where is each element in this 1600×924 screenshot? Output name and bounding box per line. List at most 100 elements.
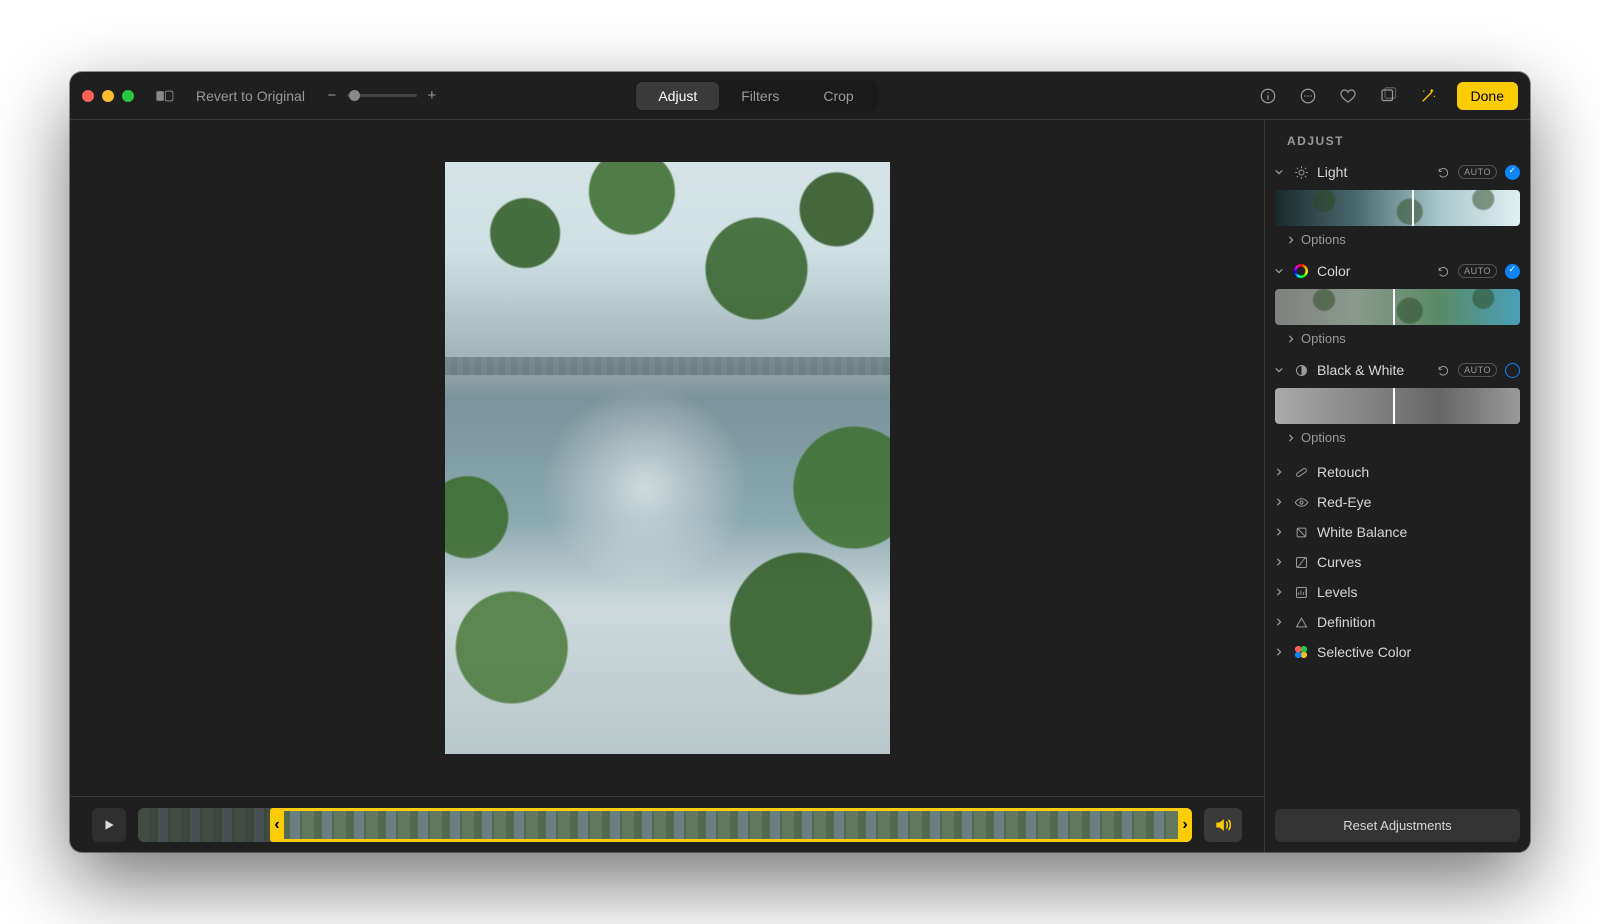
favorite-button[interactable] — [1337, 85, 1359, 107]
section-levels-title: Levels — [1317, 584, 1520, 600]
eyedropper-icon — [1293, 524, 1309, 540]
light-icon — [1293, 164, 1309, 180]
video-timeline-bar: ‹ › — [70, 796, 1264, 852]
media-preview — [445, 162, 890, 754]
color-slider[interactable] — [1275, 289, 1520, 325]
bw-options-toggle[interactable]: Options — [1275, 428, 1520, 449]
revert-button[interactable]: Revert to Original — [188, 84, 313, 108]
section-curves[interactable]: Curves — [1275, 547, 1520, 577]
section-light-header[interactable]: Light AUTO — [1275, 160, 1520, 184]
compare-toggle[interactable] — [154, 85, 176, 107]
adjust-sidebar: ADJUST Light AUTO Options — [1264, 120, 1530, 852]
zoom-control: − + — [325, 87, 439, 104]
done-button[interactable]: Done — [1457, 82, 1518, 110]
section-color-header[interactable]: Color AUTO — [1275, 259, 1520, 283]
live-photo-button[interactable] — [1377, 85, 1399, 107]
light-options-label: Options — [1301, 232, 1346, 247]
tab-crop[interactable]: Crop — [801, 82, 875, 110]
section-wb[interactable]: White Balance — [1275, 517, 1520, 547]
auto-light-button[interactable]: AUTO — [1458, 165, 1497, 179]
auto-color-button[interactable]: AUTO — [1458, 264, 1497, 278]
auto-bw-button[interactable]: AUTO — [1458, 363, 1497, 377]
section-bw-header[interactable]: Black & White AUTO — [1275, 358, 1520, 382]
ellipsis-circle-icon — [1299, 87, 1317, 105]
section-redeye[interactable]: Red-Eye — [1275, 487, 1520, 517]
zoom-slider-thumb[interactable] — [349, 90, 360, 101]
auto-enhance-button[interactable] — [1417, 85, 1439, 107]
section-bw: Black & White AUTO Options — [1275, 358, 1520, 449]
zoom-in-button[interactable]: + — [425, 87, 439, 104]
section-selective-color-title: Selective Color — [1317, 644, 1520, 660]
light-options-toggle[interactable]: Options — [1275, 230, 1520, 251]
section-retouch-title: Retouch — [1317, 464, 1520, 480]
zoom-slider[interactable] — [347, 94, 417, 97]
zoom-out-button[interactable]: − — [325, 87, 339, 104]
volume-icon — [1213, 815, 1233, 835]
canvas-area: ‹ › — [70, 120, 1264, 852]
light-slider[interactable] — [1275, 190, 1520, 226]
section-light: Light AUTO Options — [1275, 160, 1520, 251]
reset-color-button[interactable] — [1437, 265, 1450, 278]
section-bw-title: Black & White — [1317, 362, 1429, 378]
section-color-title: Color — [1317, 263, 1429, 279]
canvas-viewport[interactable] — [70, 120, 1264, 796]
section-curves-title: Curves — [1317, 554, 1520, 570]
more-button[interactable] — [1297, 85, 1319, 107]
trim-selection — [270, 808, 1192, 842]
info-button[interactable] — [1257, 85, 1279, 107]
window-controls — [82, 90, 134, 102]
enable-bw-toggle[interactable] — [1505, 363, 1520, 378]
color-options-toggle[interactable]: Options — [1275, 329, 1520, 350]
chevron-right-icon — [1275, 588, 1285, 596]
bandage-icon — [1293, 464, 1309, 480]
bw-slider-thumb[interactable] — [1393, 388, 1395, 424]
section-retouch[interactable]: Retouch — [1275, 457, 1520, 487]
color-ring-icon — [1293, 263, 1309, 279]
tab-adjust[interactable]: Adjust — [636, 82, 719, 110]
split-view-icon — [156, 87, 174, 105]
reset-bw-button[interactable] — [1437, 364, 1450, 377]
reset-light-button[interactable] — [1437, 166, 1450, 179]
tab-filters[interactable]: Filters — [719, 82, 801, 110]
section-color: Color AUTO Options — [1275, 259, 1520, 350]
chevron-right-icon — [1275, 468, 1285, 476]
bw-slider[interactable] — [1275, 388, 1520, 424]
bw-options-label: Options — [1301, 430, 1346, 445]
light-slider-thumb[interactable] — [1412, 190, 1414, 226]
color-slider-thumb[interactable] — [1393, 289, 1395, 325]
bw-icon — [1293, 362, 1309, 378]
info-icon — [1259, 87, 1277, 105]
aspect-icon — [1379, 87, 1397, 105]
chevron-down-icon — [1275, 168, 1285, 176]
toolbar-right: Done — [1257, 82, 1518, 110]
levels-icon — [1293, 584, 1309, 600]
chevron-right-icon — [1287, 236, 1295, 244]
play-icon — [102, 818, 116, 832]
zoom-window-button[interactable] — [122, 90, 134, 102]
enable-color-toggle[interactable] — [1505, 264, 1520, 279]
section-selective-color[interactable]: Selective Color — [1275, 637, 1520, 667]
trim-handle-start[interactable]: ‹ — [270, 808, 284, 842]
chevron-right-icon — [1275, 558, 1285, 566]
play-button[interactable] — [92, 808, 126, 842]
trim-handle-end[interactable]: › — [1178, 808, 1192, 842]
close-window-button[interactable] — [82, 90, 94, 102]
chevron-down-icon — [1275, 366, 1285, 374]
eye-icon — [1293, 494, 1309, 510]
chevron-right-icon — [1275, 498, 1285, 506]
volume-button[interactable] — [1204, 808, 1242, 842]
reset-adjustments-button[interactable]: Reset Adjustments — [1275, 809, 1520, 842]
minimize-window-button[interactable] — [102, 90, 114, 102]
section-definition-title: Definition — [1317, 614, 1520, 630]
heart-icon — [1339, 87, 1357, 105]
photos-edit-window: Revert to Original − + Adjust Filters Cr… — [70, 72, 1530, 852]
section-redeye-title: Red-Eye — [1317, 494, 1520, 510]
chevron-right-icon — [1287, 335, 1295, 343]
video-timeline[interactable]: ‹ › — [138, 808, 1192, 842]
chevron-down-icon — [1275, 267, 1285, 275]
enable-light-toggle[interactable] — [1505, 165, 1520, 180]
section-wb-title: White Balance — [1317, 524, 1520, 540]
toolbar: Revert to Original − + Adjust Filters Cr… — [70, 72, 1530, 120]
section-definition[interactable]: Definition — [1275, 607, 1520, 637]
section-levels[interactable]: Levels — [1275, 577, 1520, 607]
